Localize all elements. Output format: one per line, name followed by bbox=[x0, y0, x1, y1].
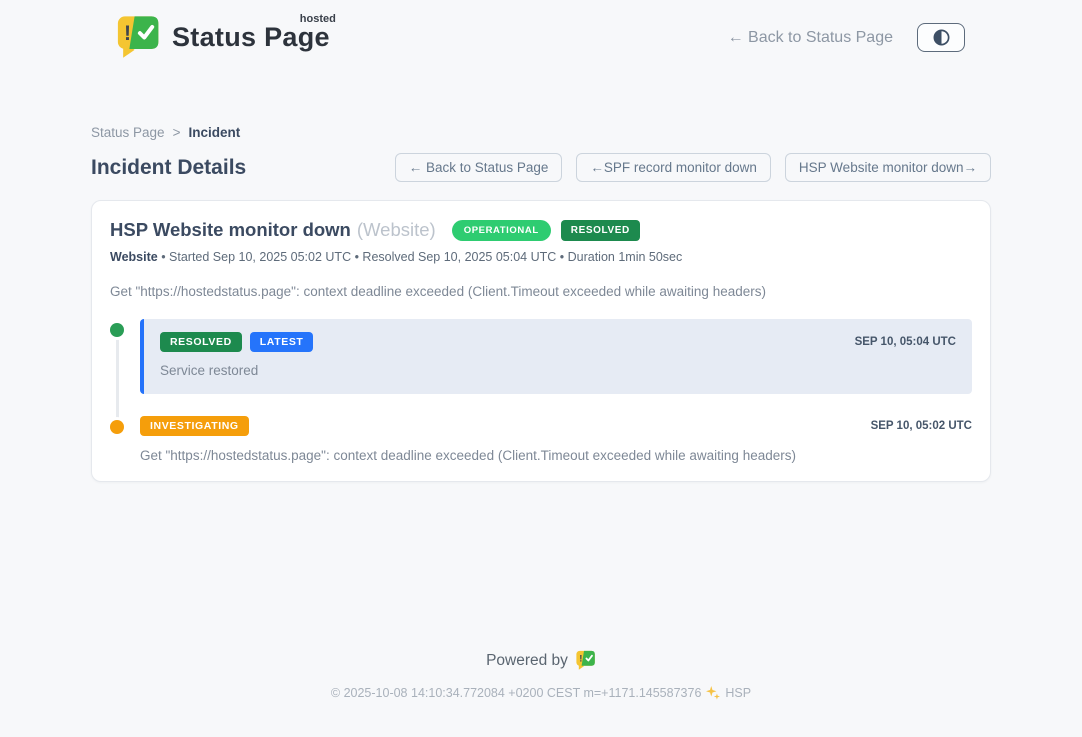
timeline-item-content: INVESTIGATING SEP 10, 05:02 UTC Get "htt… bbox=[140, 416, 972, 463]
incident-title: HSP Website monitor down bbox=[110, 219, 351, 241]
timeline-item-investigating: INVESTIGATING SEP 10, 05:02 UTC Get "htt… bbox=[110, 416, 972, 463]
timeline-timestamp: SEP 10, 05:04 UTC bbox=[855, 336, 956, 348]
back-to-status-page-button[interactable]: ← Back to Status Page bbox=[395, 153, 563, 182]
incident-title-row: HSP Website monitor down (Website) OPERA… bbox=[110, 219, 972, 241]
incident-meta-component: Website bbox=[110, 250, 158, 264]
timeline-item-head: RESOLVED LATEST SEP 10, 05:04 UTC bbox=[160, 332, 956, 352]
incident-timeline: RESOLVED LATEST SEP 10, 05:04 UTC Servic… bbox=[110, 319, 972, 463]
header: ! Status Page hosted ← Back to Status Pa… bbox=[91, 0, 991, 61]
brand-superscript: hosted bbox=[300, 13, 336, 25]
timeline-dot-orange bbox=[110, 420, 124, 434]
timeline-investigating-badge: INVESTIGATING bbox=[140, 416, 249, 436]
timeline-item-content: RESOLVED LATEST SEP 10, 05:04 UTC Servic… bbox=[140, 319, 972, 394]
incident-component: (Website) bbox=[357, 219, 436, 241]
copyright-text: © 2025-10-08 14:10:34.772084 +0200 CEST … bbox=[331, 686, 702, 700]
incident-nav-buttons: ← Back to Status Page ←SPF record monito… bbox=[395, 153, 991, 182]
timeline-badges: INVESTIGATING bbox=[140, 416, 249, 436]
prev-incident-button[interactable]: ←SPF record monitor down bbox=[576, 153, 771, 182]
timeline-message: Get "https://hostedstatus.page": context… bbox=[140, 448, 972, 463]
timeline-timestamp: SEP 10, 05:02 UTC bbox=[871, 420, 972, 432]
timeline-resolved-badge: RESOLVED bbox=[160, 332, 242, 352]
breadcrumb-status-page[interactable]: Status Page bbox=[91, 125, 165, 140]
main-content: Status Page > Incident Incident Details … bbox=[91, 125, 991, 700]
timeline-item-resolved: RESOLVED LATEST SEP 10, 05:04 UTC Servic… bbox=[110, 319, 972, 394]
header-back-link[interactable]: ← Back to Status Page bbox=[728, 29, 893, 47]
page-title: Incident Details bbox=[91, 156, 246, 180]
operational-badge: OPERATIONAL bbox=[452, 220, 551, 241]
powered-by-label: Powered by bbox=[486, 652, 568, 670]
statuspage-bubble-logo-icon: ! bbox=[576, 650, 596, 671]
statuspage-bubble-logo-icon: ! bbox=[117, 14, 161, 61]
header-right: ← Back to Status Page bbox=[728, 23, 965, 52]
next-incident-button[interactable]: HSP Website monitor down→ bbox=[785, 153, 991, 182]
brand-name: Status Page bbox=[172, 22, 330, 52]
sparkles-emoji-icon bbox=[706, 686, 720, 700]
resolved-badge: RESOLVED bbox=[561, 220, 640, 241]
timeline-badges: RESOLVED LATEST bbox=[160, 332, 313, 352]
timeline-dot-green bbox=[110, 323, 124, 337]
theme-toggle-button[interactable] bbox=[917, 23, 965, 52]
copyright-line: © 2025-10-08 14:10:34.772084 +0200 CEST … bbox=[91, 686, 991, 700]
timeline-message: Service restored bbox=[160, 363, 956, 378]
copyright-brand: HSP bbox=[725, 686, 751, 700]
incident-meta: Website • Started Sep 10, 2025 05:02 UTC… bbox=[110, 250, 972, 264]
powered-by: Powered by ! bbox=[91, 650, 991, 671]
footer: Powered by ! © 2025-10-08 14:10:34.77208… bbox=[91, 650, 991, 700]
breadcrumb: Status Page > Incident bbox=[91, 125, 991, 140]
brand-text: Status Page hosted bbox=[172, 22, 330, 53]
title-row: Incident Details ← Back to Status Page ←… bbox=[91, 153, 991, 182]
svg-text:!: ! bbox=[579, 654, 582, 665]
timeline-item-head: INVESTIGATING SEP 10, 05:02 UTC bbox=[140, 416, 972, 436]
contrast-half-circle-icon bbox=[932, 28, 951, 47]
breadcrumb-incident: Incident bbox=[188, 125, 240, 140]
svg-text:!: ! bbox=[124, 22, 131, 45]
timeline-latest-badge: LATEST bbox=[250, 332, 314, 352]
timeline-highlight-box: RESOLVED LATEST SEP 10, 05:04 UTC Servic… bbox=[140, 319, 972, 394]
incident-description: Get "https://hostedstatus.page": context… bbox=[110, 284, 972, 299]
status-page-app: ! Status Page hosted ← Back to Status Pa… bbox=[0, 0, 1082, 737]
brand[interactable]: ! Status Page hosted bbox=[117, 14, 330, 61]
incident-card: HSP Website monitor down (Website) OPERA… bbox=[91, 200, 991, 482]
incident-meta-times: • Started Sep 10, 2025 05:02 UTC • Resol… bbox=[161, 250, 682, 264]
breadcrumb-separator: > bbox=[173, 125, 181, 140]
